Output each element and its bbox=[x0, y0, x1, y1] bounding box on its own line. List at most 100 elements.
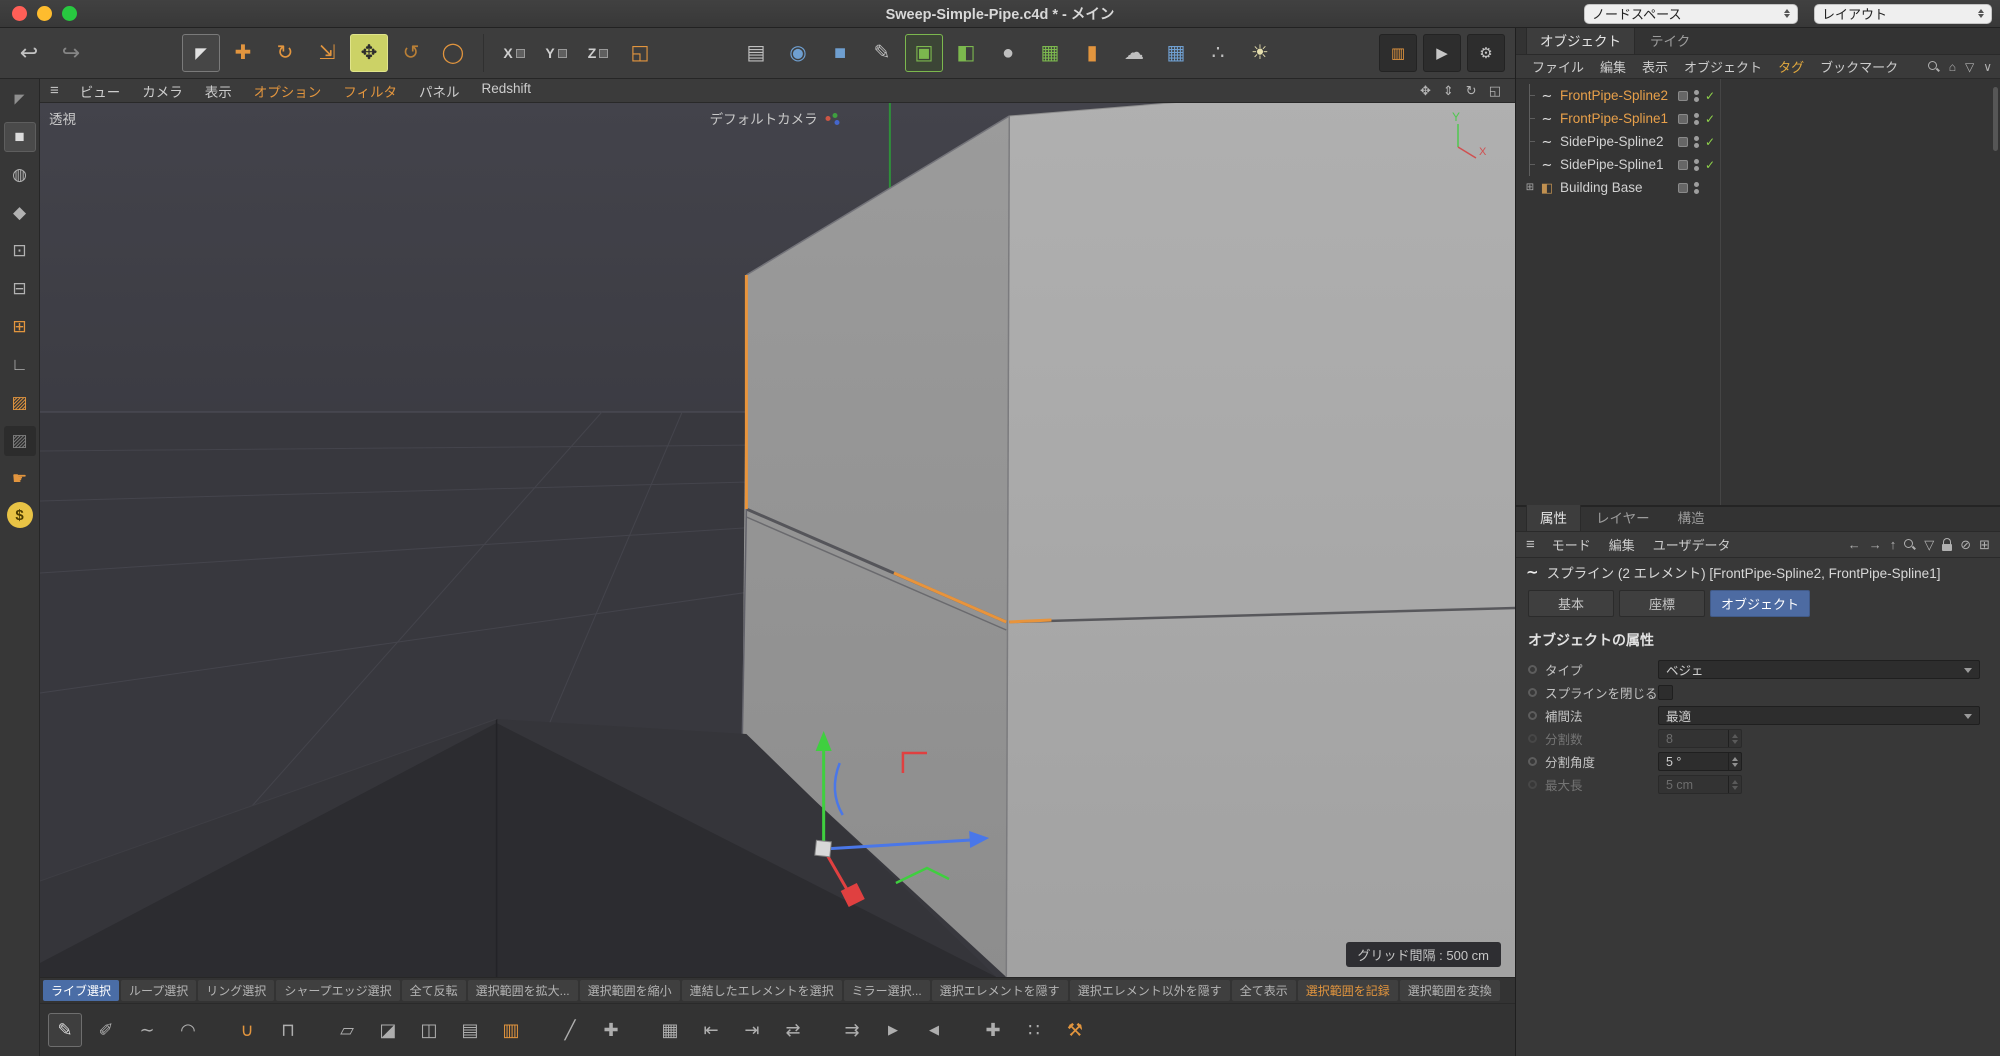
tweak-tool[interactable]: ↺ bbox=[392, 34, 430, 72]
om-menu-tags[interactable]: タグ bbox=[1770, 57, 1812, 76]
layer-color-chip[interactable] bbox=[1678, 91, 1688, 101]
step-forward-icon[interactable]: ▶ bbox=[876, 1013, 910, 1047]
om-menu-view[interactable]: 表示 bbox=[1634, 57, 1676, 76]
slide-tool-icon[interactable]: ⇥ bbox=[735, 1013, 769, 1047]
keyframe-dot[interactable] bbox=[1528, 688, 1537, 697]
points-mode-button[interactable]: ⊡ bbox=[4, 236, 36, 266]
visibility-dots[interactable] bbox=[1694, 90, 1699, 102]
expand-icon[interactable]: ⊞ bbox=[1524, 182, 1536, 193]
keyframe-dot[interactable] bbox=[1528, 665, 1537, 674]
vp-menu-options[interactable]: オプション bbox=[243, 81, 333, 101]
loop-selection-button[interactable]: ループ選択 bbox=[121, 980, 196, 1001]
keyframe-dot[interactable] bbox=[1528, 711, 1537, 720]
object-row[interactable]: ⊞ ◧ Building Base bbox=[1516, 176, 2000, 199]
coordinate-system-button[interactable]: ◱ bbox=[621, 34, 659, 72]
object-list[interactable]: ∼ FrontPipe-Spline2 ✓ ∼ FrontPipe-Spline… bbox=[1516, 79, 2000, 505]
vp-menu-filter[interactable]: フィルタ bbox=[332, 81, 408, 101]
property-number-input[interactable]: 5 cm bbox=[1658, 775, 1742, 794]
property-checkbox[interactable] bbox=[1658, 685, 1673, 700]
stepper-arrows-icon[interactable] bbox=[1728, 753, 1741, 770]
pointer-mode-icon[interactable]: ◤ bbox=[4, 84, 36, 114]
sectab-coordinates[interactable]: 座標 bbox=[1619, 590, 1705, 617]
cube-primitive-button[interactable]: ■ bbox=[821, 34, 859, 72]
inner-extrude-icon[interactable]: ◫ bbox=[412, 1013, 446, 1047]
chevron-down-icon[interactable]: ∨ bbox=[1983, 60, 1992, 74]
y-axis-lock-button[interactable]: Y bbox=[537, 34, 575, 72]
cloner-button[interactable]: ▦ bbox=[1031, 34, 1069, 72]
search-icon[interactable] bbox=[1904, 539, 1916, 551]
visibility-dots[interactable] bbox=[1694, 159, 1699, 171]
viewport-toggle-icon[interactable]: ◱ bbox=[1489, 83, 1501, 99]
enabled-check-icon[interactable]: ✓ bbox=[1705, 89, 1719, 103]
unhide-all-button[interactable]: 全て表示 bbox=[1232, 980, 1296, 1001]
commercial-badge[interactable]: $ bbox=[7, 502, 33, 528]
sketch-pen-icon[interactable]: ✐ bbox=[89, 1013, 123, 1047]
am-menu-mode[interactable]: モード bbox=[1543, 535, 1600, 554]
stitch-sew-icon[interactable]: ⇄ bbox=[776, 1013, 810, 1047]
object-name[interactable]: SidePipe-Spline2 bbox=[1560, 134, 1664, 149]
uv-mode-button[interactable]: ◆ bbox=[4, 198, 36, 228]
forward-icon[interactable]: → bbox=[1869, 537, 1882, 552]
back-icon[interactable]: ← bbox=[1848, 537, 1861, 552]
vp-menu-redshift[interactable]: Redshift bbox=[471, 81, 543, 101]
viewport-pan-icon[interactable]: ✥ bbox=[1420, 83, 1431, 99]
magnet-tool-icon[interactable]: ∪ bbox=[230, 1013, 264, 1047]
layout-dropdown[interactable]: レイアウト bbox=[1814, 4, 1992, 24]
render-queue-button[interactable]: ▥ bbox=[1379, 34, 1417, 72]
parent-up-icon[interactable]: ↑ bbox=[1890, 537, 1897, 552]
add-point-icon[interactable]: ✚ bbox=[976, 1013, 1010, 1047]
camera-label[interactable]: デフォルトカメラ bbox=[710, 108, 831, 128]
object-row[interactable]: ∼ FrontPipe-Spline1 ✓ bbox=[1516, 107, 2000, 130]
mirror-selection-button[interactable]: ミラー選択... bbox=[844, 980, 930, 1001]
vp-menu-camera[interactable]: カメラ bbox=[131, 81, 194, 101]
no-link-icon[interactable]: ⊘ bbox=[1960, 537, 1971, 553]
object-name[interactable]: FrontPipe-Spline1 bbox=[1560, 111, 1668, 126]
visibility-dots[interactable] bbox=[1694, 182, 1699, 194]
menu-burger-icon[interactable]: ≡ bbox=[50, 82, 59, 99]
dots-grid-icon[interactable]: ∷ bbox=[1017, 1013, 1051, 1047]
invert-all-button[interactable]: 全て反転 bbox=[402, 980, 466, 1001]
am-menu-edit[interactable]: 編集 bbox=[1600, 535, 1644, 554]
render-play-button[interactable]: ▶ bbox=[1423, 34, 1461, 72]
projection-label[interactable]: 透視 bbox=[49, 108, 76, 128]
property-dropdown[interactable]: ベジェ bbox=[1658, 660, 1980, 679]
ring-selection-button[interactable]: リング選択 bbox=[198, 980, 274, 1001]
stepper-arrows-icon[interactable] bbox=[1728, 730, 1741, 747]
instance-button[interactable]: ● bbox=[989, 34, 1027, 72]
z-axis-lock-button[interactable]: Z bbox=[579, 34, 617, 72]
visibility-dots[interactable] bbox=[1694, 136, 1699, 148]
property-number-input[interactable]: 5 ° bbox=[1658, 752, 1742, 771]
om-menu-file[interactable]: ファイル bbox=[1524, 57, 1592, 76]
close-hole-icon[interactable]: ▦ bbox=[653, 1013, 687, 1047]
scale-tool[interactable]: ⇲ bbox=[308, 34, 346, 72]
visibility-dots[interactable] bbox=[1694, 113, 1699, 125]
object-row[interactable]: ∼ FrontPipe-Spline2 ✓ bbox=[1516, 84, 2000, 107]
om-menu-objects[interactable]: オブジェクト bbox=[1676, 57, 1770, 76]
zoom-window-icon[interactable] bbox=[62, 6, 77, 21]
shrink-selection-button[interactable]: 選択範囲を縮小 bbox=[580, 980, 680, 1001]
object-name[interactable]: SidePipe-Spline1 bbox=[1560, 157, 1664, 172]
tab-attributes[interactable]: 属性 bbox=[1526, 502, 1581, 531]
viewport-rotate-icon[interactable]: ↻ bbox=[1466, 83, 1477, 99]
grow-selection-button[interactable]: 選択範囲を拡大... bbox=[468, 980, 578, 1001]
spline-pen-button[interactable]: ✎ bbox=[863, 34, 901, 72]
redo-icon[interactable]: ↪ bbox=[52, 34, 90, 72]
menu-burger-icon[interactable]: ≡ bbox=[1526, 536, 1535, 553]
matrix-extrude-icon[interactable]: ▤ bbox=[453, 1013, 487, 1047]
boole-object-button[interactable]: ◉ bbox=[779, 34, 817, 72]
move-tool[interactable]: ✚ bbox=[224, 34, 262, 72]
hide-selected-button[interactable]: 選択エレメントを隠す bbox=[932, 980, 1068, 1001]
metaball-button[interactable]: ☁ bbox=[1115, 34, 1153, 72]
spline-smooth-icon[interactable]: ∼ bbox=[130, 1013, 164, 1047]
minimize-window-icon[interactable] bbox=[37, 6, 52, 21]
keyframe-dot[interactable] bbox=[1528, 780, 1537, 789]
subdivision-surface-button[interactable]: ▣ bbox=[905, 34, 943, 72]
live-selection-button[interactable]: ライブ選択 bbox=[43, 980, 119, 1001]
extrude-tool-icon[interactable]: ▱ bbox=[330, 1013, 364, 1047]
home-icon[interactable]: ⌂ bbox=[1949, 60, 1956, 74]
array-button[interactable]: ▦ bbox=[1157, 34, 1195, 72]
viewport-zoom-icon[interactable]: ⇕ bbox=[1443, 83, 1454, 99]
store-selection-button[interactable]: 選択範囲を記録 bbox=[1298, 980, 1398, 1001]
property-number-input[interactable]: 8 bbox=[1658, 729, 1742, 748]
om-menu-bookmarks[interactable]: ブックマーク bbox=[1812, 57, 1906, 76]
